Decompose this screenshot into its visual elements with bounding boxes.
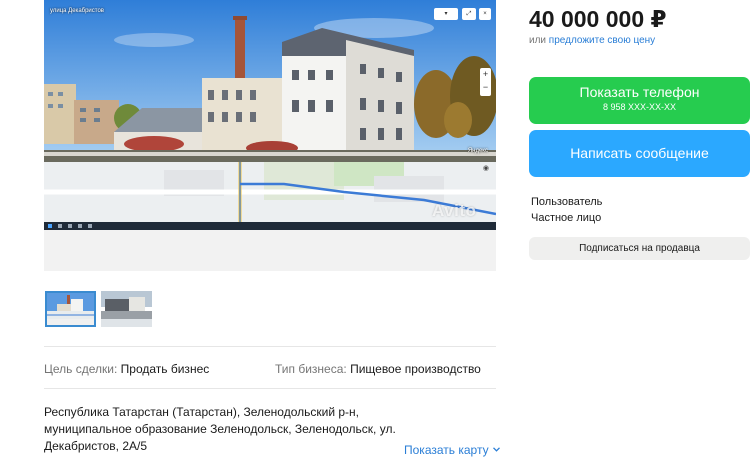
close-icon[interactable]: × (479, 8, 491, 20)
subscribe-seller-button[interactable]: Подписаться на продавца (529, 237, 750, 260)
address-line: Республика Татарстан (Татарстан), Зелено… (44, 405, 360, 419)
param-value: Пищевое производство (350, 362, 481, 376)
offer-price-link[interactable]: предложите свою цену (549, 35, 655, 46)
address-line: Декабристов, 2А/5 (44, 439, 148, 453)
divider (44, 346, 496, 347)
price-or-text: или (529, 35, 547, 46)
param-key: Цель сделки: (44, 362, 118, 376)
divider (44, 388, 496, 389)
param-key: Тип бизнеса: (275, 362, 347, 376)
address: Республика Татарстан (Татарстан), Зелено… (44, 404, 404, 455)
chevron-down-icon (492, 447, 500, 452)
show-map-label: Показать карту (404, 443, 489, 457)
thumbnail-image (47, 293, 94, 325)
seller-type: Частное лицо (531, 212, 602, 224)
fullscreen-icon[interactable]: ◉ (483, 164, 489, 172)
phone-number: 8 958 XXX-XX-XX (602, 102, 677, 112)
street-label: улица Декабристов (50, 8, 104, 14)
address-line: муниципальное образование Зеленодольск, … (44, 422, 396, 436)
show-phone-label: Показать телефон (579, 84, 700, 100)
main-photo[interactable]: улица Декабристов ▾ ⤢ × + − Яндекс ◉ Avi… (44, 0, 496, 271)
expand-icon[interactable]: ⤢ (462, 8, 476, 20)
show-map-link[interactable]: Показать карту (404, 443, 500, 457)
write-message-button[interactable]: Написать сообщение (529, 130, 750, 177)
plus-icon[interactable]: + (480, 68, 491, 81)
thumbnail-1[interactable] (45, 291, 96, 327)
seller-role[interactable]: Пользователь (531, 196, 602, 208)
minus-icon[interactable]: − (480, 81, 491, 94)
price: 40 000 000 ₽ (529, 6, 667, 32)
avito-watermark: Avito (432, 201, 477, 220)
zoom-control[interactable]: + − (480, 68, 491, 96)
thumbnail-image (101, 291, 152, 327)
map-provider-logo: Яндекс (467, 148, 488, 154)
street-panorama-image (44, 0, 496, 271)
param-business-type: Тип бизнеса: Пищевое производство (275, 362, 481, 376)
param-deal-goal: Цель сделки: Продать бизнес (44, 362, 209, 376)
price-offer: или предложите свою цену (529, 35, 655, 46)
param-value: Продать бизнес (120, 362, 210, 376)
show-phone-button[interactable]: Показать телефон 8 958 XXX-XX-XX (529, 77, 750, 124)
thumbnail-2[interactable] (101, 291, 152, 327)
panorama-select[interactable]: ▾ (434, 8, 458, 20)
